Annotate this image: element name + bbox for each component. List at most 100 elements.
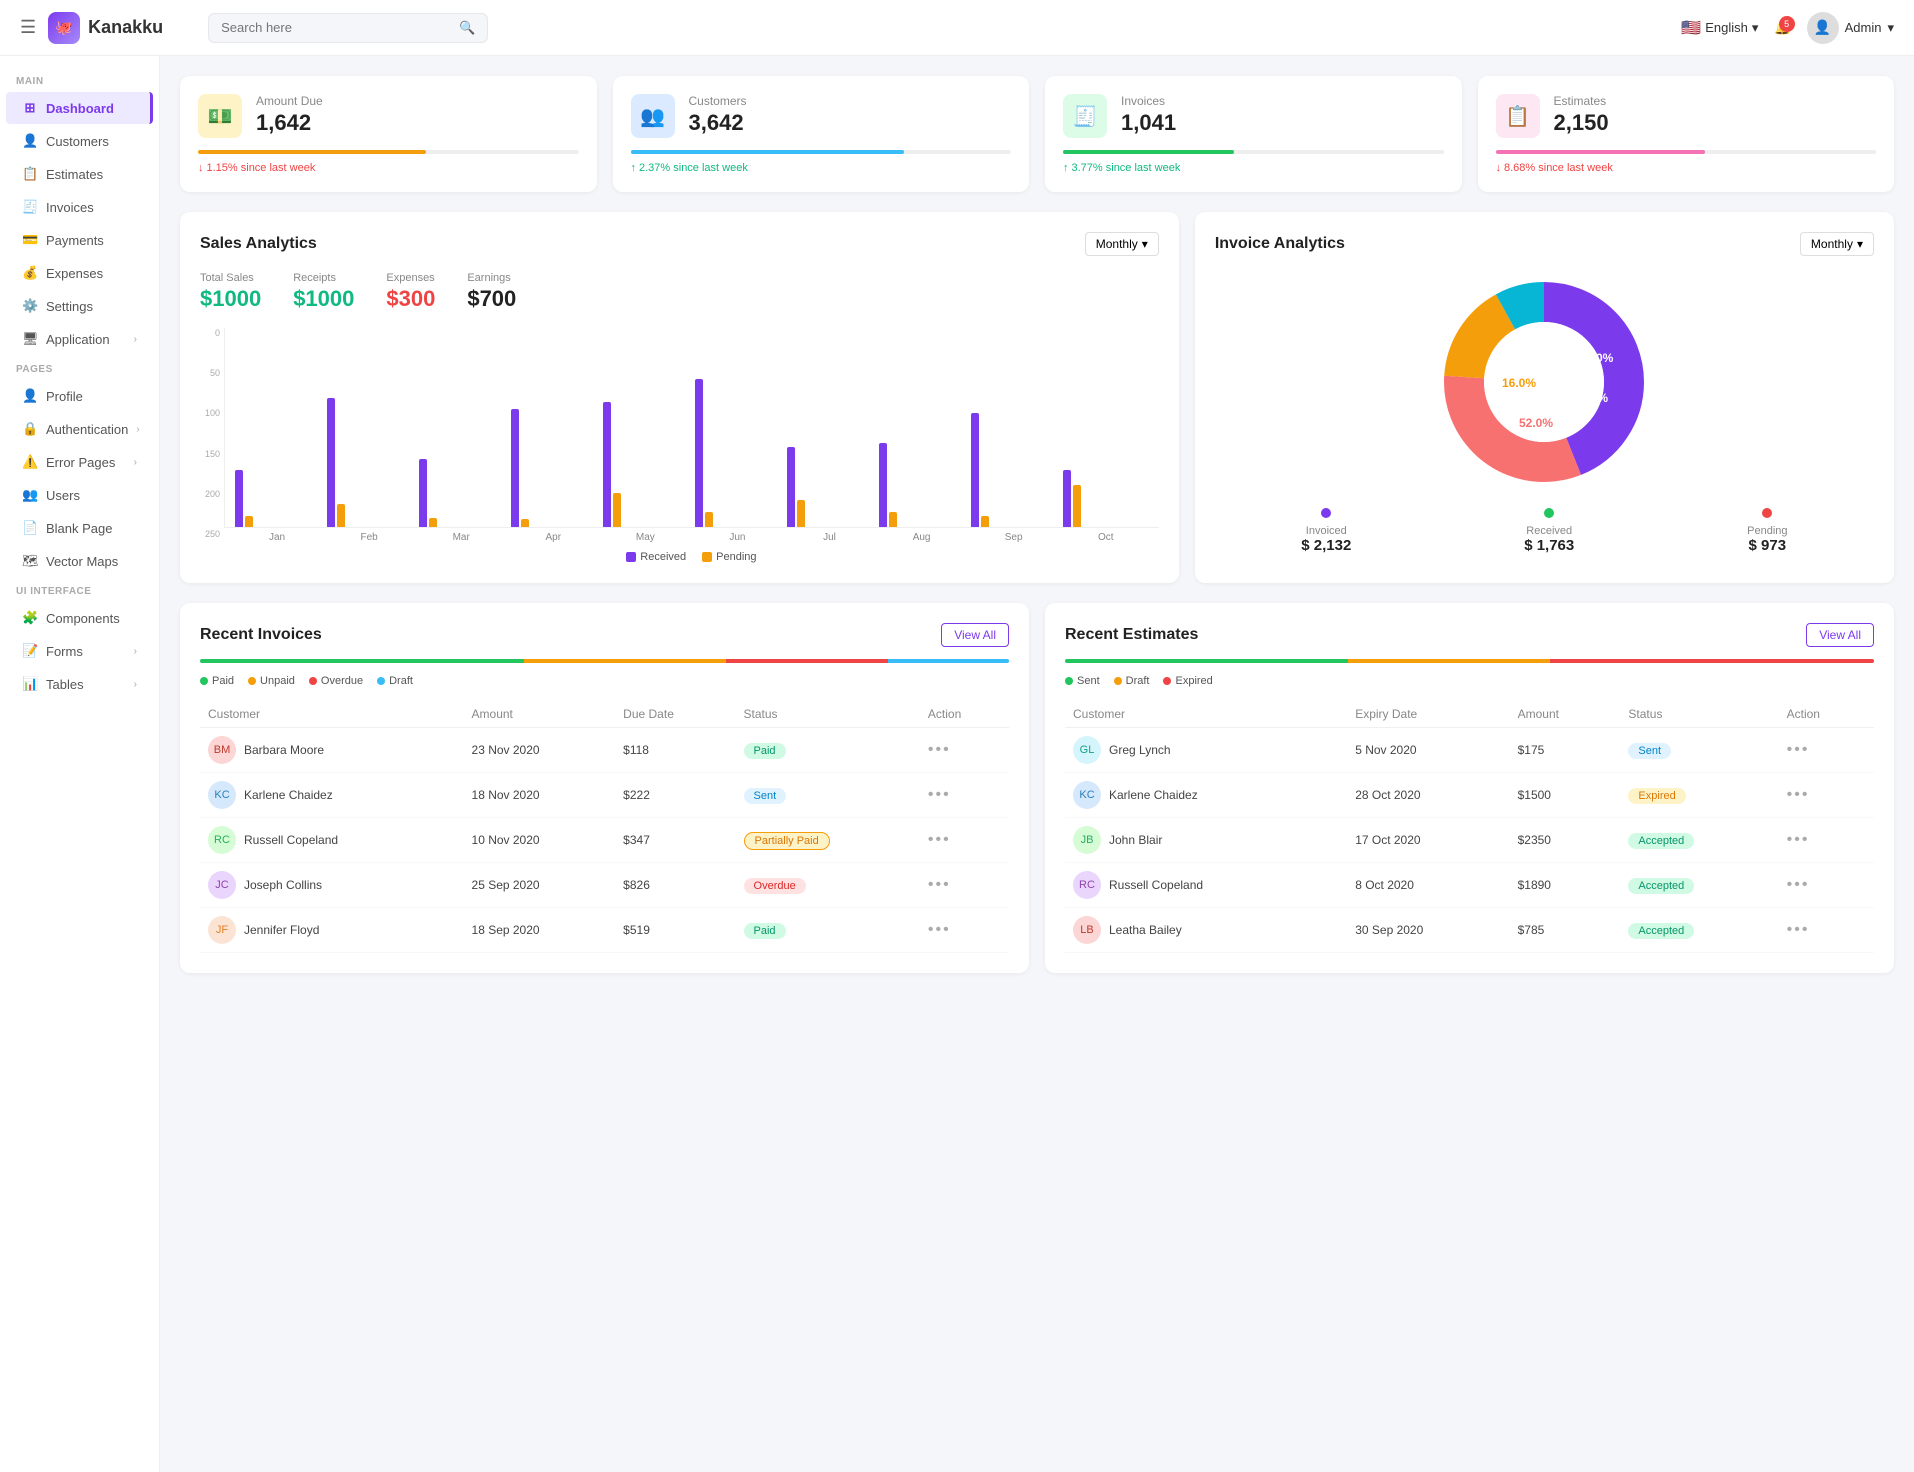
stat-header-customers: 👥 Customers 3,642	[631, 94, 1012, 138]
status-legend-label-draft: Draft	[389, 675, 413, 687]
sidebar-item-invoices[interactable]: 🧾 Invoices	[6, 191, 153, 223]
status-legend-label-paid: Paid	[212, 675, 234, 687]
donut-dot-received	[1544, 508, 1554, 518]
customer-cell: RC Russell Copeland	[1065, 863, 1347, 908]
action-cell[interactable]: •••	[1779, 728, 1874, 773]
svg-text:52.0%: 52.0%	[1519, 416, 1553, 430]
bar-group-jul	[787, 447, 873, 527]
status-legend-label-sent: Sent	[1077, 675, 1100, 687]
action-menu[interactable]: •••	[1787, 786, 1810, 803]
sidebar-item-settings[interactable]: ⚙️ Settings	[6, 290, 153, 322]
action-menu[interactable]: •••	[1787, 876, 1810, 893]
action-cell[interactable]: •••	[1779, 818, 1874, 863]
sidebar-item-components[interactable]: 🧩 Components	[6, 602, 153, 634]
action-menu[interactable]: •••	[1787, 831, 1810, 848]
sidebar-item-payments[interactable]: 💳 Payments	[6, 224, 153, 256]
sales-metric-expenses: Expenses $300	[386, 272, 435, 312]
sidebar-item-dashboard[interactable]: ⊞ Dashboard	[6, 92, 153, 124]
status-cell: Accepted	[1620, 818, 1778, 863]
bar-received-apr	[511, 409, 519, 527]
action-menu[interactable]: •••	[1787, 921, 1810, 938]
col-header-action: Action	[920, 701, 1009, 728]
sidebar-item-blank-page[interactable]: 📄 Blank Page	[6, 512, 153, 544]
sidebar-item-error-pages[interactable]: ⚠️ Error Pages ›	[6, 446, 153, 478]
tables-row: Recent Invoices View All Paid Unpaid Ove…	[180, 603, 1894, 973]
sidebar: Main⊞ Dashboard 👤 Customers 📋 Estimates …	[0, 56, 160, 1472]
stat-progress-bar-customers	[631, 150, 905, 154]
bar-pending-jun	[705, 512, 713, 527]
admin-menu[interactable]: 👤 Admin ▾	[1807, 12, 1894, 44]
donut-legend-label-invoiced: Invoiced	[1301, 525, 1351, 537]
bar-received-feb	[327, 398, 335, 527]
metric-value: $700	[467, 286, 516, 312]
status-bar-seg	[1065, 659, 1348, 663]
admin-avatar: 👤	[1807, 12, 1839, 44]
sales-analytics-filter[interactable]: Monthly ▾	[1085, 232, 1159, 256]
invoices-status-bar	[200, 659, 1009, 663]
status-bar-seg	[888, 659, 1009, 663]
forms-icon: 📝	[22, 643, 38, 659]
col-header-expiry-date: Expiry Date	[1347, 701, 1509, 728]
action-cell[interactable]: •••	[920, 728, 1009, 773]
legend-received: Received	[626, 551, 686, 563]
amount-cell: $347	[615, 818, 735, 863]
col-header-amount: Amount	[464, 701, 616, 728]
invoices-view-all-button[interactable]: View All	[941, 623, 1009, 647]
date-cell: 25 Sep 2020	[464, 863, 616, 908]
stat-progress-bar-invoices	[1063, 150, 1234, 154]
sidebar-item-customers[interactable]: 👤 Customers	[6, 125, 153, 157]
action-menu[interactable]: •••	[928, 876, 951, 893]
action-cell[interactable]: •••	[1779, 863, 1874, 908]
action-cell[interactable]: •••	[1779, 773, 1874, 818]
sidebar-item-tables[interactable]: 📊 Tables ›	[6, 668, 153, 700]
estimates-icon: 📋	[22, 166, 38, 182]
donut-dot-invoiced	[1321, 508, 1331, 518]
action-menu[interactable]: •••	[928, 921, 951, 938]
search-bar[interactable]: 🔍	[208, 13, 488, 43]
notification-badge: 5	[1779, 16, 1795, 32]
status-bar-seg	[726, 659, 888, 663]
sidebar-item-profile[interactable]: 👤 Profile	[6, 380, 153, 412]
sidebar-item-application[interactable]: 🖥 Application ›	[6, 323, 153, 355]
bar-label-apr: Apr	[510, 532, 596, 543]
estimates-view-all-button[interactable]: View All	[1806, 623, 1874, 647]
sidebar-item-users[interactable]: 👥 Users	[6, 479, 153, 511]
y-label-50: 50	[200, 368, 220, 378]
col-header-status: Status	[1620, 701, 1778, 728]
stat-value-estimates: 2,150	[1554, 110, 1609, 136]
search-input[interactable]	[221, 20, 451, 35]
recent-estimates-header: Recent Estimates View All	[1065, 623, 1874, 647]
status-badge: Partially Paid	[744, 832, 830, 850]
action-cell[interactable]: •••	[920, 863, 1009, 908]
customer-cell: JC Joseph Collins	[200, 863, 464, 908]
flag-icon: 🇺🇸	[1681, 18, 1701, 38]
invoice-analytics-filter[interactable]: Monthly ▾	[1800, 232, 1874, 256]
sidebar-label-forms: Forms	[46, 644, 126, 659]
sidebar-item-estimates[interactable]: 📋 Estimates	[6, 158, 153, 190]
action-menu[interactable]: •••	[928, 831, 951, 848]
action-cell[interactable]: •••	[1779, 908, 1874, 953]
action-menu[interactable]: •••	[1787, 741, 1810, 758]
hamburger-menu[interactable]: ☰	[20, 17, 36, 38]
stat-progress-bar-amount-due	[198, 150, 426, 154]
action-cell[interactable]: •••	[920, 908, 1009, 953]
recent-invoices-header: Recent Invoices View All	[200, 623, 1009, 647]
action-menu[interactable]: •••	[928, 786, 951, 803]
col-header-due-date: Due Date	[615, 701, 735, 728]
action-menu[interactable]: •••	[928, 741, 951, 758]
sidebar-item-vector-maps[interactable]: 🗺 Vector Maps	[6, 545, 153, 577]
sidebar-item-authentication[interactable]: 🔒 Authentication ›	[6, 413, 153, 445]
bar-received-may	[603, 402, 611, 527]
bar-received-sep	[971, 413, 979, 527]
sidebar-item-forms[interactable]: 📝 Forms ›	[6, 635, 153, 667]
sidebar-item-expenses[interactable]: 💰 Expenses	[6, 257, 153, 289]
notification-button[interactable]: 🔔 5	[1774, 20, 1790, 36]
stat-icon-estimates: 📋	[1496, 94, 1540, 138]
action-cell[interactable]: •••	[920, 818, 1009, 863]
metric-label: Earnings	[467, 272, 516, 284]
action-cell[interactable]: •••	[920, 773, 1009, 818]
language-selector[interactable]: 🇺🇸 English ▾	[1681, 18, 1758, 38]
status-cell: Overdue	[736, 863, 920, 908]
status-bar-seg	[524, 659, 726, 663]
sidebar-label-application: Application	[46, 332, 126, 347]
